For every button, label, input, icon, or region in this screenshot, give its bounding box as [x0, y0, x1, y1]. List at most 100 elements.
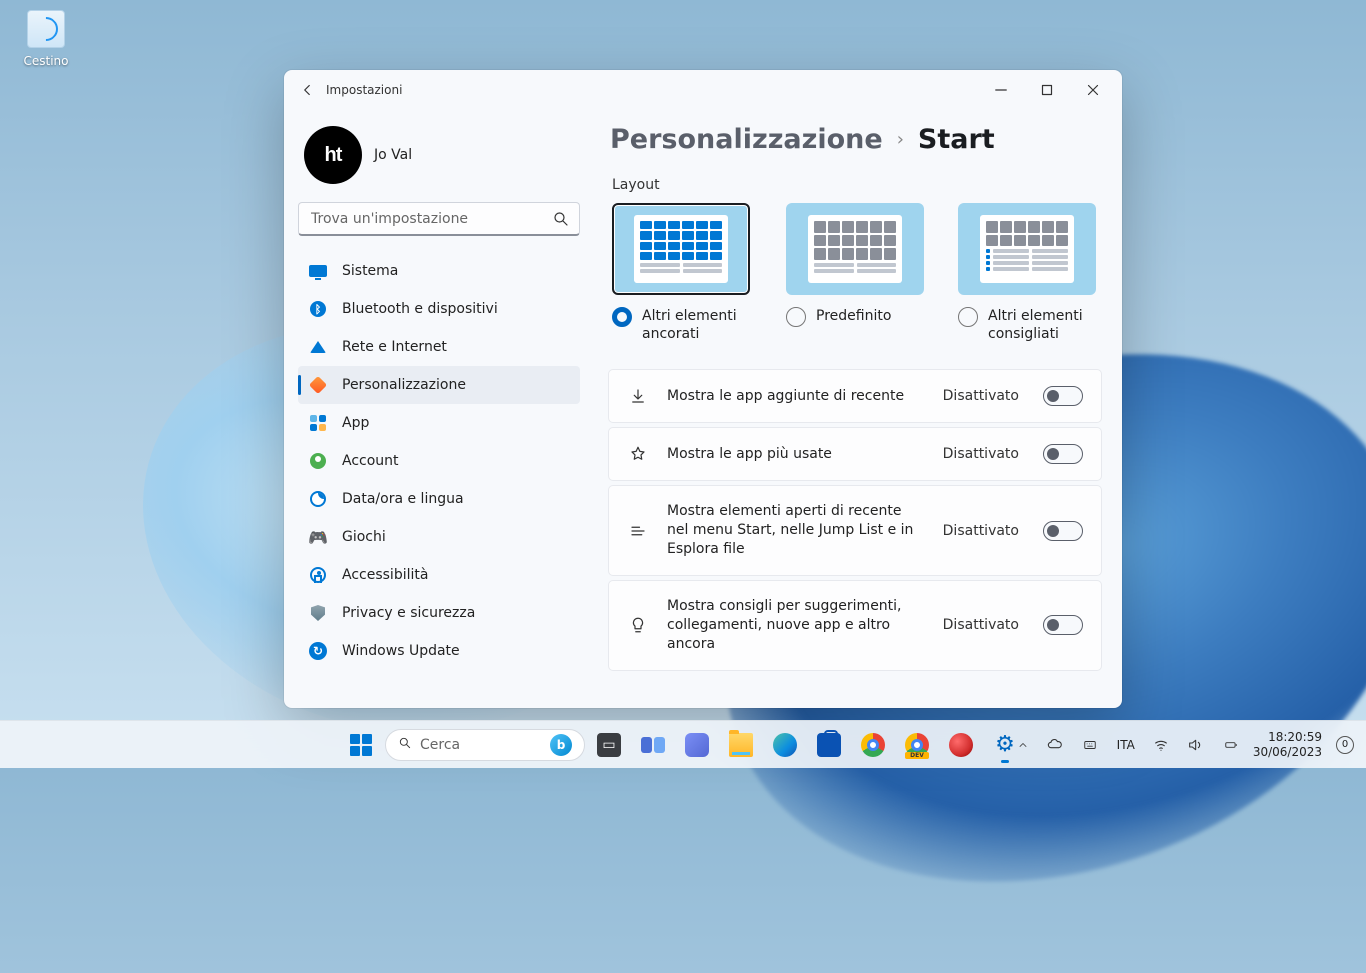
shield-icon: [308, 603, 328, 623]
minimize-button[interactable]: [978, 74, 1024, 106]
wifi-icon: [1153, 737, 1169, 753]
chrome-icon: [861, 733, 885, 757]
breadcrumb: Personalizzazione › Start: [610, 124, 1102, 155]
nav-label: Sistema: [342, 263, 398, 279]
tray-battery[interactable]: [1215, 734, 1247, 756]
start-button[interactable]: [341, 725, 381, 765]
back-button[interactable]: [290, 73, 324, 107]
desktop-icon-recycle-bin[interactable]: Cestino: [14, 10, 78, 68]
layout-option-default[interactable]: Predefinito: [786, 203, 924, 343]
taskbar-app-chrome-dev[interactable]: [897, 725, 937, 765]
taskbar: Cerca b ▭ ⚙ ITA 18:20:59 30/06/2023 0: [0, 720, 1366, 768]
desktop-icon-label: Cestino: [14, 54, 78, 68]
maximize-icon: [1038, 81, 1056, 99]
layout-option-more-recommendations[interactable]: Altri elementi consigliati: [958, 203, 1098, 343]
time-label: 18:20:59: [1253, 730, 1322, 744]
setting-most-used: Mostra le app più usate Disattivato: [608, 427, 1102, 481]
keyboard-icon: [1081, 738, 1099, 752]
widgets-icon: [641, 733, 665, 757]
setting-recent-items: Mostra elementi aperti di recente nel me…: [608, 485, 1102, 576]
nav-item-update[interactable]: Windows Update: [298, 632, 580, 670]
taskbar-app-store[interactable]: [809, 725, 849, 765]
lightbulb-icon: [627, 616, 649, 634]
nav-label: Rete e Internet: [342, 339, 447, 355]
radio-icon: [958, 307, 978, 327]
volume-icon: [1187, 737, 1203, 753]
nav-label: Data/ora e lingua: [342, 491, 464, 507]
search-icon: [552, 210, 570, 232]
nav-label: Windows Update: [342, 643, 460, 659]
nav-list: Sistema ᛒBluetooth e dispositivi Rete e …: [298, 252, 580, 670]
close-button[interactable]: [1070, 74, 1116, 106]
nav-item-time[interactable]: Data/ora e lingua: [298, 480, 580, 518]
gear-icon: ⚙: [993, 733, 1017, 757]
nav-item-personalization[interactable]: Personalizzazione: [298, 366, 580, 404]
taskbar-app-taskview[interactable]: ▭: [589, 725, 629, 765]
taskbar-app-settings[interactable]: ⚙: [985, 725, 1025, 765]
taskbar-app-opera[interactable]: [941, 725, 981, 765]
setting-recent-apps: Mostra le app aggiunte di recente Disatt…: [608, 369, 1102, 423]
opera-icon: [949, 733, 973, 757]
taskbar-search[interactable]: Cerca b: [385, 729, 585, 761]
cloud-icon: [1047, 737, 1063, 753]
tray-volume[interactable]: [1181, 733, 1209, 757]
notification-count: 0: [1342, 739, 1348, 750]
bluetooth-icon: ᛒ: [308, 299, 328, 319]
setting-label: Mostra elementi aperti di recente nel me…: [667, 502, 925, 559]
settings-window: Impostazioni ht Jo Val Sistema: [284, 70, 1122, 708]
list-icon: [627, 522, 649, 540]
layout-options: Altri elementi ancorati Predefinito Altr…: [612, 203, 1102, 343]
nav-item-apps[interactable]: App: [298, 404, 580, 442]
nav-item-privacy[interactable]: Privacy e sicurezza: [298, 594, 580, 632]
language-label: ITA: [1117, 738, 1135, 752]
nav-item-accounts[interactable]: Account: [298, 442, 580, 480]
tray-onedrive[interactable]: [1041, 733, 1069, 757]
paintbrush-icon: [308, 375, 328, 395]
layout-preview-more-reco: [958, 203, 1096, 295]
radio-label: Predefinito: [816, 307, 891, 325]
taskbar-app-chrome[interactable]: [853, 725, 893, 765]
tray-language[interactable]: ITA: [1111, 734, 1141, 756]
nav-label: App: [342, 415, 369, 431]
tray-keyboard[interactable]: [1075, 734, 1105, 756]
tray-notifications[interactable]: 0: [1336, 736, 1354, 754]
layout-preview-default: [786, 203, 924, 295]
taskbar-app-explorer[interactable]: [721, 725, 761, 765]
layout-preview-more-pins: [612, 203, 750, 295]
minimize-icon: [992, 81, 1010, 99]
setting-label: Mostra le app più usate: [667, 445, 925, 464]
search-input[interactable]: [298, 202, 580, 236]
maximize-button[interactable]: [1024, 74, 1070, 106]
setting-state: Disattivato: [943, 617, 1019, 633]
nav-item-system[interactable]: Sistema: [298, 252, 580, 290]
date-label: 30/06/2023: [1253, 745, 1322, 759]
toggle-recent-items[interactable]: [1043, 521, 1083, 541]
toggle-recent-apps[interactable]: [1043, 386, 1083, 406]
titlebar: Impostazioni: [284, 70, 1122, 110]
sidebar: ht Jo Val Sistema ᛒBluetooth e dispositi…: [284, 110, 594, 708]
breadcrumb-parent[interactable]: Personalizzazione: [610, 124, 883, 155]
taskbar-app-edge[interactable]: [765, 725, 805, 765]
nav-item-gaming[interactable]: 🎮Giochi: [298, 518, 580, 556]
tray-clock[interactable]: 18:20:59 30/06/2023: [1253, 730, 1326, 759]
content-area: Personalizzazione › Start Layout Altri e…: [594, 110, 1122, 708]
radio-icon: [612, 307, 632, 327]
nav-item-bluetooth[interactable]: ᛒBluetooth e dispositivi: [298, 290, 580, 328]
taskbar-app-widgets[interactable]: [633, 725, 673, 765]
tray-network[interactable]: [1147, 733, 1175, 757]
user-name: Jo Val: [374, 147, 412, 163]
recycle-bin-icon: [26, 10, 66, 50]
nav-item-accessibility[interactable]: Accessibilità: [298, 556, 580, 594]
setting-state: Disattivato: [943, 446, 1019, 462]
nav-item-network[interactable]: Rete e Internet: [298, 328, 580, 366]
person-icon: [308, 451, 328, 471]
toggle-most-used[interactable]: [1043, 444, 1083, 464]
nav-label: Personalizzazione: [342, 377, 466, 393]
profile-block[interactable]: ht Jo Val: [298, 110, 580, 202]
toggle-tips[interactable]: [1043, 615, 1083, 635]
window-title: Impostazioni: [326, 83, 402, 97]
accessibility-icon: [308, 565, 328, 585]
layout-option-more-pins[interactable]: Altri elementi ancorati: [612, 203, 752, 343]
radio-icon: [786, 307, 806, 327]
taskbar-app-chat[interactable]: [677, 725, 717, 765]
